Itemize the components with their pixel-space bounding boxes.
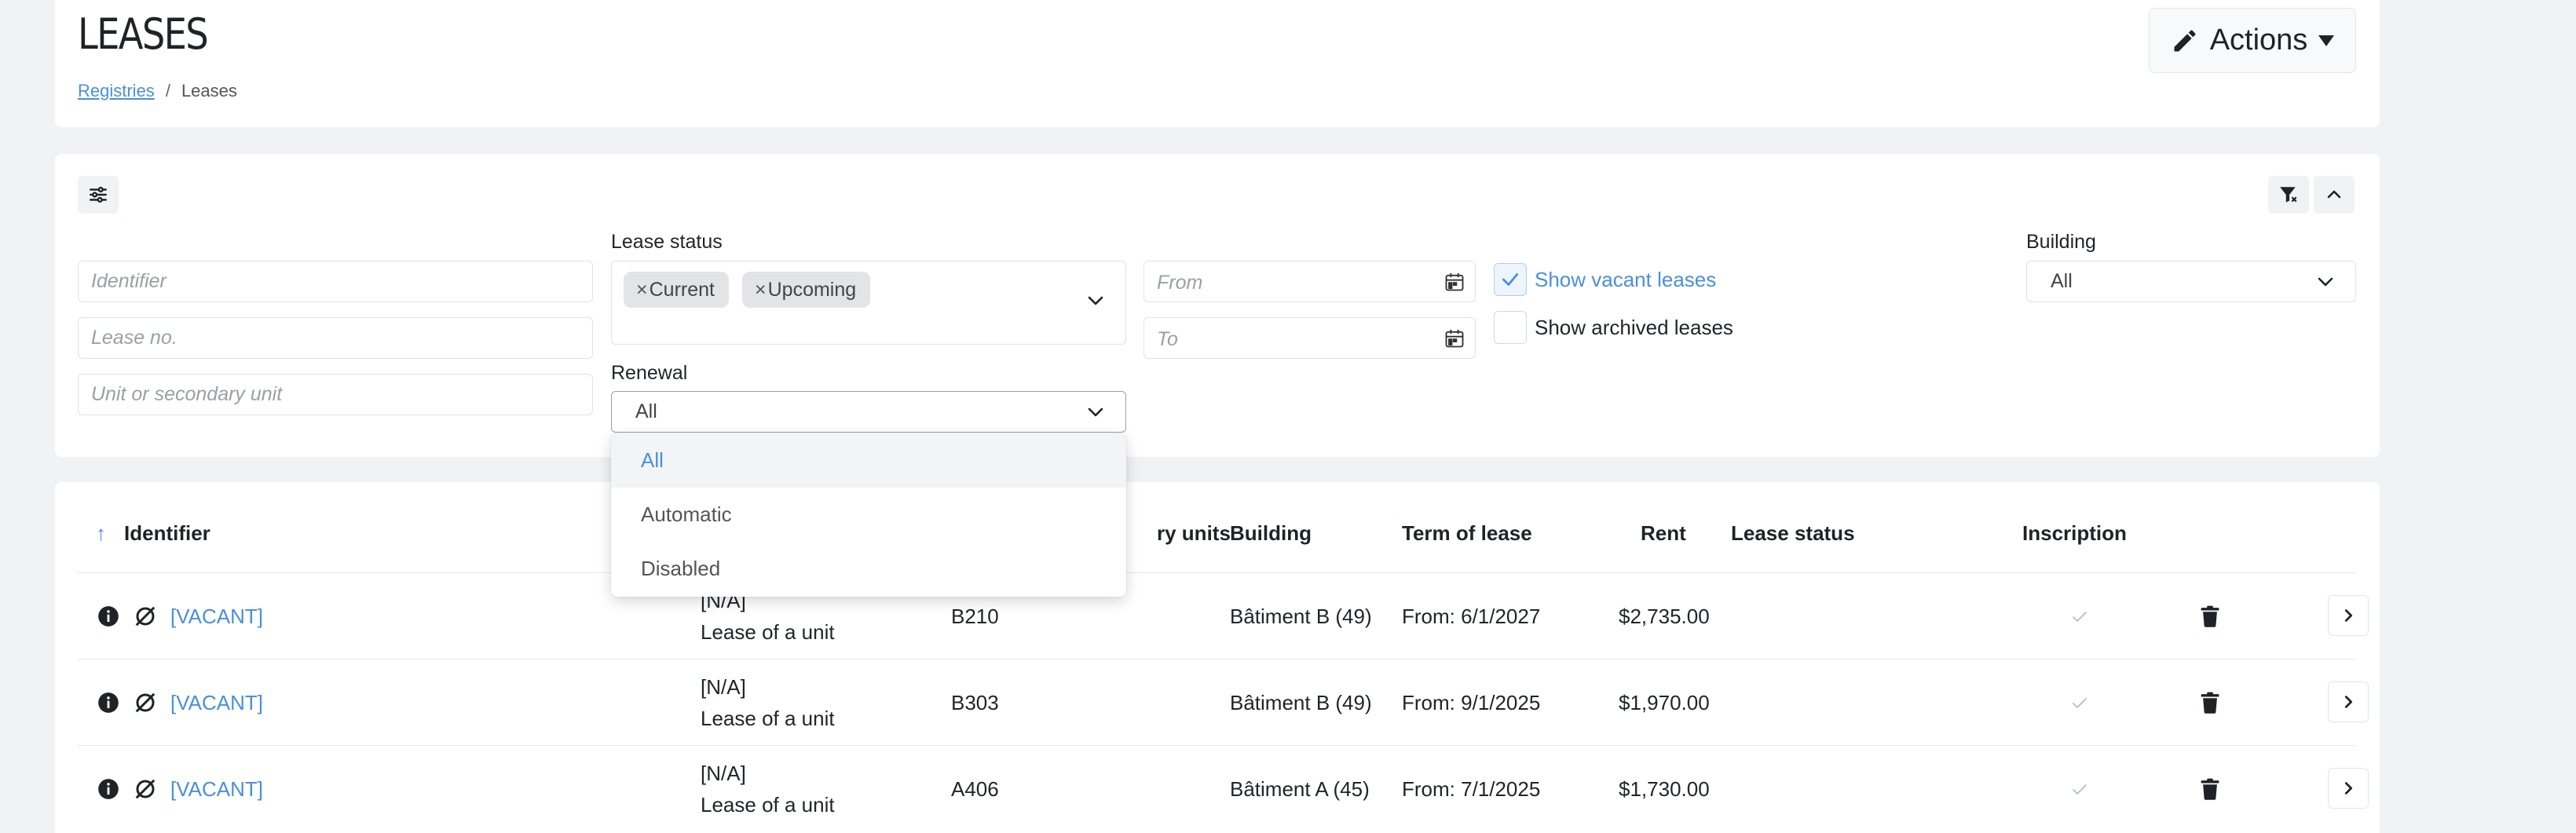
identifier-input[interactable] (78, 261, 593, 302)
no-tenant-icon (135, 606, 156, 627)
show-vacant-checkbox[interactable] (1494, 263, 1527, 296)
chevron-up-icon (2327, 190, 2341, 199)
no-tenant-icon (135, 779, 156, 799)
clear-filters-button[interactable] (2268, 176, 2309, 214)
row-identifier-link[interactable]: [VACANT] (170, 691, 263, 715)
column-identifier[interactable]: Identifier (124, 521, 210, 546)
row-term: From: 9/1/2025 (1402, 691, 1541, 714)
table-row[interactable]: [VACANT] [N/A] Lease of a unit A406 Bâtim… (78, 745, 2369, 831)
building-select[interactable]: All (2026, 261, 2356, 302)
check-icon (1502, 273, 1519, 286)
row-term: From: 6/1/2027 (1402, 605, 1541, 628)
show-archived-checkbox[interactable] (1494, 311, 1527, 344)
renewal-dropdown-menu: All Automatic Disabled (611, 433, 1126, 597)
breadcrumb-registries-link[interactable]: Registries (78, 81, 155, 100)
building-selected-value: All (2051, 270, 2073, 292)
column-rent[interactable]: Rent (1641, 521, 1686, 546)
show-archived-label[interactable]: Show archived leases (1535, 316, 1733, 340)
lease-status-label: Lease status (611, 231, 723, 253)
tag-upcoming: × Upcoming (742, 272, 871, 308)
chevron-down-icon (2318, 277, 2333, 287)
row-building: Bâtiment B (49) (1230, 691, 1372, 714)
row-tenant: [N/A] Lease of a unit (701, 762, 835, 817)
row-building: Bâtiment A (45) (1230, 777, 1370, 801)
row-building: Bâtiment B (49) (1230, 605, 1372, 628)
column-building[interactable]: Building (1230, 521, 1312, 546)
caret-down-icon (2318, 35, 2335, 46)
breadcrumb: Registries / Leases (78, 81, 237, 101)
column-term[interactable]: Term of lease (1402, 521, 1532, 546)
filter-settings-button[interactable] (78, 176, 119, 214)
row-open-button[interactable] (2328, 681, 2369, 722)
info-icon[interactable] (97, 778, 119, 800)
row-open-button[interactable] (2328, 595, 2369, 636)
calendar-icon[interactable] (1444, 271, 1465, 293)
breadcrumb-separator: / (165, 81, 170, 100)
renewal-option-automatic[interactable]: Automatic (611, 488, 1126, 542)
page-header: LEASES Registries / Leases Actions (55, 0, 2380, 127)
info-icon[interactable] (97, 692, 119, 714)
row-rent: $2,735.00 (1619, 605, 1710, 628)
unit-input[interactable] (78, 374, 593, 415)
column-units[interactable]: ry units (1157, 521, 1231, 546)
row-open-button[interactable] (2328, 768, 2369, 809)
column-lease-status[interactable]: Lease status (1731, 521, 1855, 546)
actions-button[interactable]: Actions (2149, 8, 2356, 73)
leases-table: ↑ Identifier ry units Building Term of l… (55, 482, 2380, 833)
sliders-icon (90, 186, 107, 203)
remove-tag-current[interactable]: × (636, 279, 648, 301)
renewal-select[interactable]: All (611, 391, 1126, 433)
tag-current: × Current (624, 272, 729, 308)
from-date-input[interactable]: From (1143, 261, 1476, 302)
calendar-icon[interactable] (1444, 327, 1465, 349)
lease-status-select[interactable]: × Current × Upcoming (611, 261, 1126, 345)
collapse-filters-button[interactable] (2314, 176, 2355, 214)
renewal-option-disabled[interactable]: Disabled (611, 542, 1126, 596)
trash-icon[interactable] (2200, 778, 2220, 800)
show-vacant-label[interactable]: Show vacant leases (1535, 268, 1716, 292)
page-title: LEASES (78, 9, 209, 59)
pencil-icon (2174, 29, 2196, 51)
row-rent: $1,730.00 (1619, 777, 1710, 801)
chevron-down-icon (1088, 296, 1103, 305)
inscription-check-icon (2073, 612, 2087, 622)
row-unit: B210 (951, 605, 999, 628)
row-rent: $1,970.00 (1619, 691, 1710, 714)
column-inscription[interactable]: Inscription (2022, 521, 2127, 546)
filters-panel: Lease status ×Current ×Upcoming Renewal … (55, 154, 2380, 457)
to-date-input[interactable]: To (1143, 317, 1476, 359)
renewal-label: Renewal (611, 362, 688, 384)
lease-no-input[interactable] (78, 317, 593, 359)
renewal-selected-value: All (635, 400, 657, 422)
row-term: From: 7/1/2025 (1402, 777, 1541, 801)
trash-icon[interactable] (2200, 692, 2220, 714)
no-tenant-icon (135, 692, 156, 713)
building-label: Building (2026, 231, 2096, 253)
breadcrumb-current: Leases (181, 81, 237, 100)
remove-tag-upcoming[interactable]: × (755, 279, 767, 301)
row-identifier-link[interactable]: [VACANT] (170, 605, 263, 629)
row-unit: B303 (951, 691, 999, 714)
chevron-down-icon (1088, 407, 1103, 417)
chevron-right-icon (2344, 609, 2353, 622)
filter-clear-icon (2280, 187, 2297, 203)
sort-asc-icon[interactable]: ↑ (96, 521, 106, 546)
inscription-check-icon (2073, 698, 2087, 708)
table-row[interactable]: [VACANT] [N/A] Lease of a unit B303 Bâtim… (78, 659, 2369, 745)
chevron-right-icon (2344, 782, 2353, 795)
row-tenant: [N/A] Lease of a unit (701, 675, 835, 730)
trash-icon[interactable] (2200, 605, 2220, 627)
info-icon[interactable] (97, 605, 119, 627)
table-row[interactable]: [VACANT] [N/A] Lease of a unit B210 Bâtim… (78, 572, 2369, 659)
actions-label: Actions (2209, 24, 2308, 57)
chevron-right-icon (2344, 696, 2353, 708)
inscription-check-icon (2073, 784, 2087, 795)
row-identifier-link[interactable]: [VACANT] (170, 777, 263, 802)
renewal-option-all[interactable]: All (611, 433, 1126, 488)
row-unit: A406 (951, 777, 999, 801)
